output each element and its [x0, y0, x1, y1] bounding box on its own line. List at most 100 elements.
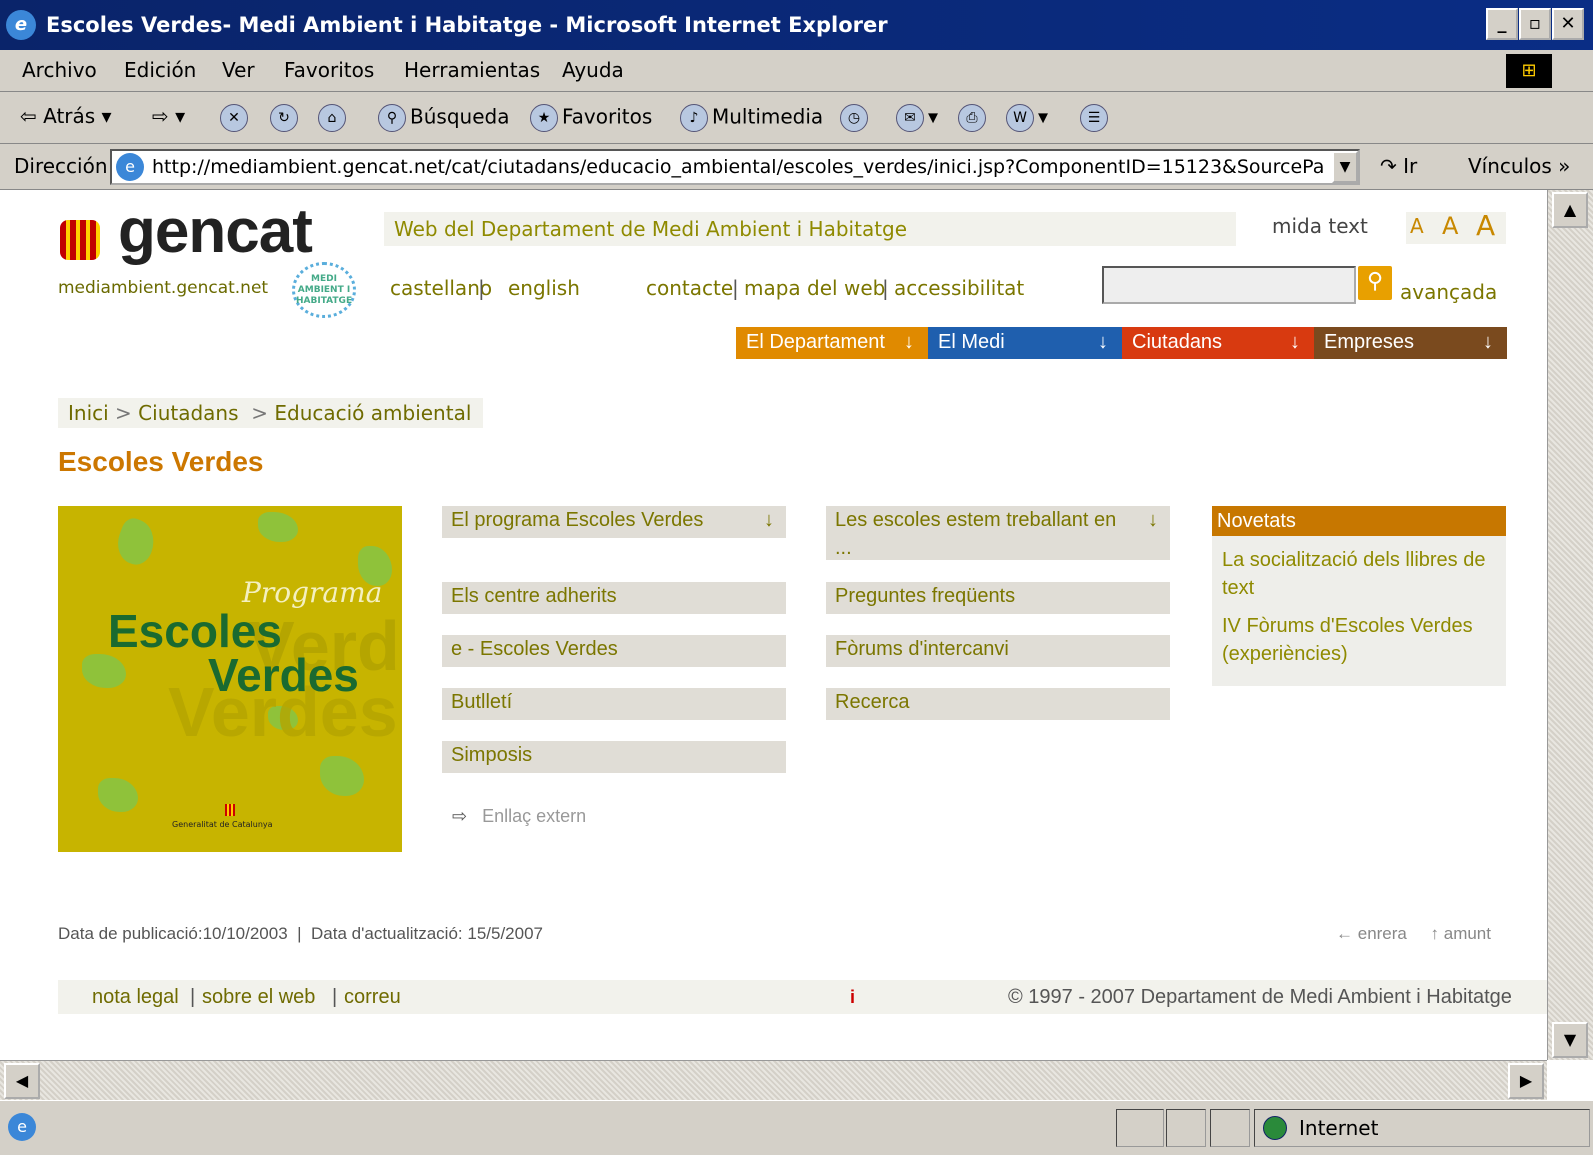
separator: | [882, 276, 889, 300]
left-arrow-icon: ← [1336, 924, 1353, 943]
scroll-down-button[interactable]: ▼ [1552, 1022, 1588, 1058]
menu-archivo[interactable]: Archivo [22, 58, 97, 82]
ie-logo-icon: e [6, 10, 36, 40]
home-button[interactable]: ⌂ [318, 104, 350, 132]
print-icon: ⎙ [958, 104, 986, 132]
back-button[interactable]: ⇦ Atrás ▾ [20, 104, 112, 128]
refresh-icon: ↻ [270, 104, 298, 132]
menu-programa[interactable]: El programa Escoles Verdes ↓ [442, 506, 786, 538]
text-size-medium[interactable]: A [1442, 212, 1458, 240]
edit-button[interactable]: W ▾ [1006, 104, 1048, 132]
search-button[interactable]: ⚲ Búsqueda [378, 104, 509, 132]
down-arrow-icon: ↓ [1148, 509, 1158, 531]
breadcrumb-inici[interactable]: Inici [68, 401, 109, 425]
down-arrow-icon: ↓ [764, 509, 774, 531]
down-arrow-icon: ↓ [1483, 331, 1493, 353]
external-link-legend: ⇨ Enllaç extern [452, 806, 587, 826]
menu-herramientas[interactable]: Herramientas [404, 58, 540, 82]
vertical-scrollbar[interactable]: ▲ ▼ [1547, 190, 1593, 1060]
menu-e-escoles-verdes[interactable]: e - Escoles Verdes [442, 635, 786, 667]
text-size-large[interactable]: A [1476, 209, 1495, 242]
menu-ver[interactable]: Ver [222, 58, 255, 82]
novetat-item[interactable]: La socialització dels llibres de text [1222, 546, 1506, 602]
home-icon: ⌂ [318, 104, 346, 132]
discuss-icon: ☰ [1080, 104, 1108, 132]
menu-recerca[interactable]: Recerca [826, 688, 1170, 720]
site-search-button[interactable]: ⚲ [1358, 266, 1392, 300]
page-title: Escoles Verdes [58, 446, 264, 477]
go-button[interactable]: ↷ Ir [1380, 154, 1417, 178]
menu-centres-adherits[interactable]: Els centre adherits [442, 582, 786, 614]
close-button[interactable]: ✕ [1552, 8, 1584, 40]
lang-castellano-link[interactable]: castellano [390, 276, 492, 300]
department-web-title: Web del Departament de Medi Ambient i Ha… [384, 212, 1236, 246]
menu-edicion[interactable]: Edición [124, 58, 196, 82]
down-arrow-icon: ↓ [1290, 331, 1300, 353]
print-button[interactable]: ⎙ [958, 104, 990, 132]
breadcrumb-ciutadans[interactable]: Ciutadans [138, 401, 238, 425]
gencat-logo[interactable]: gencat [118, 196, 313, 267]
top-link[interactable]: ↑ amunt [1431, 924, 1491, 943]
contacte-link[interactable]: contacte [646, 276, 733, 300]
mail-button[interactable]: ✉ ▾ [896, 104, 938, 132]
discuss-button[interactable]: ☰ [1080, 104, 1112, 132]
favorites-button[interactable]: ★ Favoritos [530, 104, 652, 132]
breadcrumb-educacio[interactable]: Educació ambiental [274, 401, 471, 425]
stop-icon: ✕ [220, 104, 248, 132]
search-icon: ⚲ [378, 104, 406, 132]
text-size-small[interactable]: A [1410, 214, 1424, 238]
history-button[interactable]: ◷ [840, 104, 872, 132]
back-link[interactable]: ← enrera [1336, 924, 1407, 943]
nav-tab-departament[interactable]: El Departament ↓ [736, 327, 928, 359]
links-button[interactable]: Vínculos » [1468, 154, 1570, 178]
scroll-up-button[interactable]: ▲ [1552, 192, 1588, 228]
nota-legal-link[interactable]: nota legal [92, 980, 179, 1014]
address-dropdown-button[interactable]: ▼ [1332, 151, 1358, 183]
stop-button[interactable]: ✕ [220, 104, 252, 132]
sobre-web-link[interactable]: sobre el web [202, 980, 315, 1014]
forward-arrow-icon: ⇨ [152, 104, 169, 128]
nav-tab-ciutadans[interactable]: Ciutadans ↓ [1122, 327, 1314, 359]
novetats-panel: La socialització dels llibres de text IV… [1212, 536, 1506, 686]
menu-favoritos[interactable]: Favoritos [284, 58, 374, 82]
lang-english-link[interactable]: english [508, 276, 580, 300]
scroll-right-button[interactable]: ▶ [1508, 1063, 1544, 1099]
novetat-item[interactable]: IV Fòrums d'Escoles Verdes (experiències… [1222, 612, 1506, 668]
site-domain[interactable]: mediambient.gencat.net [58, 278, 268, 298]
accessibilitat-link[interactable]: accessibilitat [894, 276, 1024, 300]
history-icon: ◷ [840, 104, 868, 132]
forward-button[interactable]: ⇨ ▾ [152, 104, 185, 128]
text-size-controls: A A A [1406, 209, 1506, 244]
nav-tab-empreses[interactable]: Empreses ↓ [1314, 327, 1507, 359]
scroll-left-button[interactable]: ◀ [4, 1063, 40, 1099]
menu-simposis[interactable]: Simposis [442, 741, 786, 773]
gencat-logo-icon[interactable] [60, 220, 100, 260]
menu-preguntes-frequents[interactable]: Preguntes freqüents [826, 582, 1170, 614]
multimedia-button[interactable]: ♪ Multimedia [680, 104, 823, 132]
page-nav-links: ← enrera ↑ amunt [1336, 924, 1491, 944]
maximize-button[interactable]: ▫ [1519, 8, 1551, 40]
escoles-verdes-poster-image: Verdes Verdes Programa Escoles Verdes Ge… [58, 506, 402, 852]
menu-ayuda[interactable]: Ayuda [562, 58, 624, 82]
up-arrow-icon: ↑ [1430, 924, 1440, 943]
refresh-button[interactable]: ↻ [270, 104, 302, 132]
site-search-input[interactable] [1102, 266, 1356, 304]
breadcrumb: Inici > Ciutadans > Educació ambiental [58, 398, 484, 428]
advanced-search-link[interactable]: avançada [1400, 280, 1497, 304]
accessibility-logo-icon[interactable]: i [850, 980, 855, 1014]
copyright-text: © 1997 - 2007 Departament de Medi Ambien… [1008, 986, 1512, 1008]
correu-link[interactable]: correu [344, 980, 401, 1014]
security-zone: Internet [1254, 1109, 1590, 1147]
horizontal-scrollbar[interactable]: ◀ ▶ [0, 1060, 1547, 1100]
menu-bar: Archivo Edición Ver Favoritos Herramient… [0, 50, 1593, 92]
menu-escoles-treballant[interactable]: Les escoles estem treballant en ... ↓ [826, 506, 1170, 560]
external-link-icon: ⇨ [452, 806, 468, 826]
publication-dates: Data de publicació:10/10/2003 | Data d'a… [58, 924, 543, 943]
address-input[interactable]: e http://mediambient.gencat.net/cat/ciut… [110, 149, 1360, 185]
mapa-web-link[interactable]: mapa del web [744, 276, 885, 300]
mail-icon: ✉ [896, 104, 924, 132]
nav-tab-medi[interactable]: El Medi ↓ [928, 327, 1122, 359]
menu-butlleti[interactable]: Butlletí [442, 688, 786, 720]
minimize-button[interactable]: _ [1486, 8, 1518, 40]
menu-forums-intercanvi[interactable]: Fòrums d'intercanvi [826, 635, 1170, 667]
